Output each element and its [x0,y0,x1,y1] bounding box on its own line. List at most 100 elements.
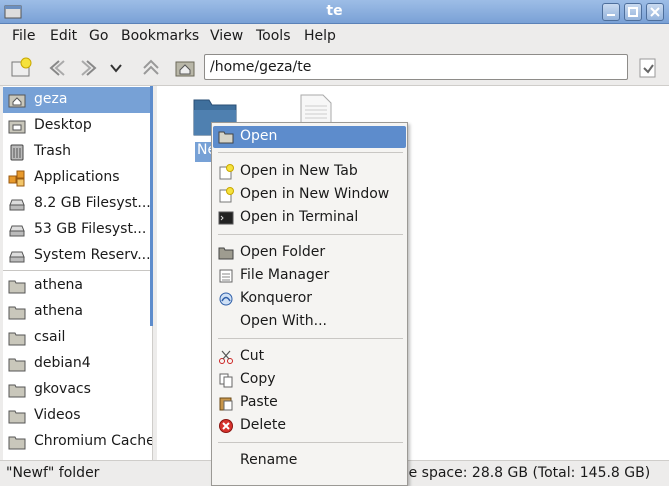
up-icon[interactable] [139,56,163,80]
minimize-icon [607,14,615,16]
menu-item-open[interactable]: Open [213,126,406,148]
sidebar-item-debian4[interactable]: debian4 [3,351,152,377]
new-tab-icon [219,164,234,180]
delete-icon [219,419,233,433]
sidebar-item-label: csail [34,329,66,345]
sidebar: geza Desktop Trash Applications 8.2 GB F… [3,86,153,460]
open-folder-icon [218,131,234,144]
sidebar-item-label: athena [34,277,84,293]
menubar: File Edit Go Bookmarks View Tools Help [0,24,669,50]
sidebar-item-chromium-cache[interactable]: Chromium Cache [3,429,152,455]
menu-item-label: File Manager [240,267,330,283]
close-icon [650,7,660,17]
sidebar-item-label: athena [34,303,84,319]
menu-separator [218,234,403,235]
sidebar-scrollbar[interactable] [150,86,153,326]
address-text: /home/geza/te [210,59,312,75]
folder-icon [8,280,26,294]
folder-icon [8,436,26,450]
back-icon[interactable] [44,56,68,80]
sidebar-item-geza[interactable]: geza [3,87,152,113]
menu-separator [218,152,403,153]
sidebar-item-applications[interactable]: Applications [3,165,152,191]
menu-item-label: Open in New Tab [240,163,358,179]
close-button[interactable] [646,3,664,21]
menu-item-rename[interactable]: Rename [213,450,406,472]
sidebar-item-label: Desktop [34,117,92,133]
menu-item-label: Konqueror [240,290,313,306]
menu-file[interactable]: File [12,28,35,44]
applications-icon [8,170,25,187]
sidebar-item-label: Videos [34,407,81,423]
sidebar-item-filesystem-53gb[interactable]: 53 GB Filesyst... [3,217,152,243]
sidebar-item-videos[interactable]: Videos [3,403,152,429]
menu-item-label: Open With... [240,313,327,329]
menu-item-label: Open Folder [240,244,326,260]
new-window-icon [219,187,234,203]
menu-item-open-new-tab[interactable]: Open in New Tab [213,161,406,183]
sidebar-item-gkovacs[interactable]: gkovacs [3,377,152,403]
menu-item-open-new-window[interactable]: Open in New Window [213,184,406,206]
sidebar-item-label: 53 GB Filesyst... [34,221,147,237]
sidebar-item-athena-2[interactable]: athena [3,299,152,325]
terminal-icon [218,211,234,225]
drive-icon [9,199,25,211]
new-tab-icon[interactable] [9,56,33,80]
status-selection: "Newf" folder [6,465,100,481]
menu-item-label: Open in New Window [240,186,390,202]
menu-item-paste[interactable]: Paste [213,392,406,414]
sidebar-item-desktop[interactable]: Desktop [3,113,152,139]
sidebar-item-label: debian4 [34,355,91,371]
menu-item-file-manager[interactable]: File Manager [213,265,406,287]
folder-icon [218,247,234,260]
menu-item-label: Open [240,128,278,144]
window-titlebar[interactable]: te [0,0,669,24]
menu-item-open-folder[interactable]: Open Folder [213,242,406,264]
folder-icon [8,384,26,398]
forward-icon[interactable] [78,56,102,80]
menu-item-label: Copy [240,371,276,387]
menu-go[interactable]: Go [89,28,108,44]
menu-item-label: Rename [240,452,298,468]
menu-item-open-with[interactable]: Open With... [213,311,406,333]
context-menu: Open Open in New Tab Open in New Window … [211,122,408,486]
sidebar-item-trash[interactable]: Trash [3,139,152,165]
folder-icon [8,332,26,346]
sidebar-item-label: Applications [34,169,120,185]
sidebar-item-label: Trash [34,143,71,159]
maximize-icon [628,7,638,17]
sidebar-item-label: geza [34,91,68,107]
menu-item-label: Paste [240,394,278,410]
menu-item-copy[interactable]: Copy [213,369,406,391]
menu-item-open-terminal[interactable]: Open in Terminal [213,207,406,229]
menu-bookmarks[interactable]: Bookmarks [121,28,199,44]
history-dropdown-icon[interactable] [108,56,124,80]
paste-icon [219,397,233,411]
sidebar-item-label: System Reserv... [34,247,151,263]
menu-tools[interactable]: Tools [256,28,291,44]
status-free-space: ee space: 28.8 GB (Total: 145.8 GB) [400,465,651,481]
menu-view[interactable]: View [210,28,243,44]
maximize-button[interactable] [624,3,642,21]
menu-separator [218,338,403,339]
sidebar-item-filesystem-8gb[interactable]: 8.2 GB Filesyst... [3,191,152,217]
sidebar-item-csail[interactable]: csail [3,325,152,351]
minimize-button[interactable] [602,3,620,21]
menu-item-cut[interactable]: Cut [213,346,406,368]
address-bar[interactable]: /home/geza/te [204,54,628,80]
copy-icon [219,373,233,388]
menu-separator [218,442,403,443]
home-icon[interactable] [173,56,197,80]
menu-edit[interactable]: Edit [50,28,77,44]
trash-icon [10,144,24,161]
drive-icon [9,251,25,263]
sidebar-item-athena[interactable]: athena [3,273,152,299]
menu-item-konqueror[interactable]: Konqueror [213,288,406,310]
file-manager-icon [219,269,233,283]
go-icon[interactable] [636,56,660,80]
menu-item-delete[interactable]: Delete [213,415,406,437]
menu-item-label: Cut [240,348,265,364]
sidebar-item-system-reserved[interactable]: System Reserv... [3,243,152,269]
desktop-icon [8,120,26,134]
menu-help[interactable]: Help [304,28,336,44]
